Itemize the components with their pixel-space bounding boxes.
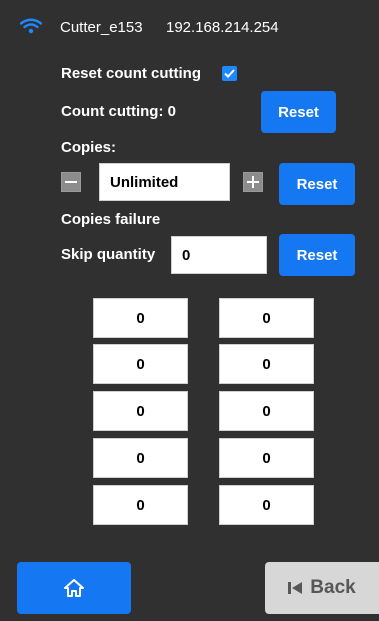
copies-label: Copies: — [61, 139, 117, 156]
reset-count-cutting-label: Reset count cutting — [61, 65, 202, 82]
copies-input[interactable]: Unlimited — [99, 163, 230, 201]
home-button[interactable] — [17, 562, 131, 614]
grid-cell-right-2[interactable]: 0 — [219, 344, 314, 384]
grid-cell-left-3[interactable]: 0 — [93, 391, 188, 431]
back-button[interactable]: Back — [265, 562, 379, 614]
checkmark-icon — [224, 69, 235, 78]
grid-cell-left-5[interactable]: 0 — [93, 485, 188, 525]
skip-quantity-input[interactable]: 0 — [171, 236, 267, 274]
skip-quantity-reset-button[interactable]: Reset — [279, 234, 355, 276]
ip-address: 192.168.214.254 — [166, 19, 279, 36]
grid-cell-right-4[interactable]: 0 — [219, 438, 314, 478]
skip-quantity-label: Skip quantity — [61, 246, 156, 263]
grid-cell-left-4[interactable]: 0 — [93, 438, 188, 478]
copies-failure-label: Copies failure — [61, 211, 161, 228]
skip-back-icon — [288, 582, 303, 594]
copies-reset-button[interactable]: Reset — [279, 163, 355, 205]
grid-cell-right-5[interactable]: 0 — [219, 485, 314, 525]
plus-icon — [247, 176, 259, 188]
device-name: Cutter_e153 — [60, 19, 143, 36]
home-icon — [64, 579, 84, 597]
reset-count-cutting-checkbox[interactable] — [222, 66, 237, 81]
copies-increment-button[interactable] — [243, 172, 263, 192]
minus-icon — [65, 181, 77, 183]
copies-decrement-button[interactable] — [61, 172, 81, 192]
count-cutting-label: Count cutting: 0 — [61, 103, 176, 120]
grid-cell-left-2[interactable]: 0 — [93, 344, 188, 384]
wifi-icon — [20, 18, 42, 34]
grid-cell-left-1[interactable]: 0 — [93, 298, 188, 338]
grid-cell-right-1[interactable]: 0 — [219, 298, 314, 338]
count-cutting-reset-button[interactable]: Reset — [261, 91, 336, 133]
grid-cell-right-3[interactable]: 0 — [219, 391, 314, 431]
back-button-label: Back — [310, 577, 356, 598]
